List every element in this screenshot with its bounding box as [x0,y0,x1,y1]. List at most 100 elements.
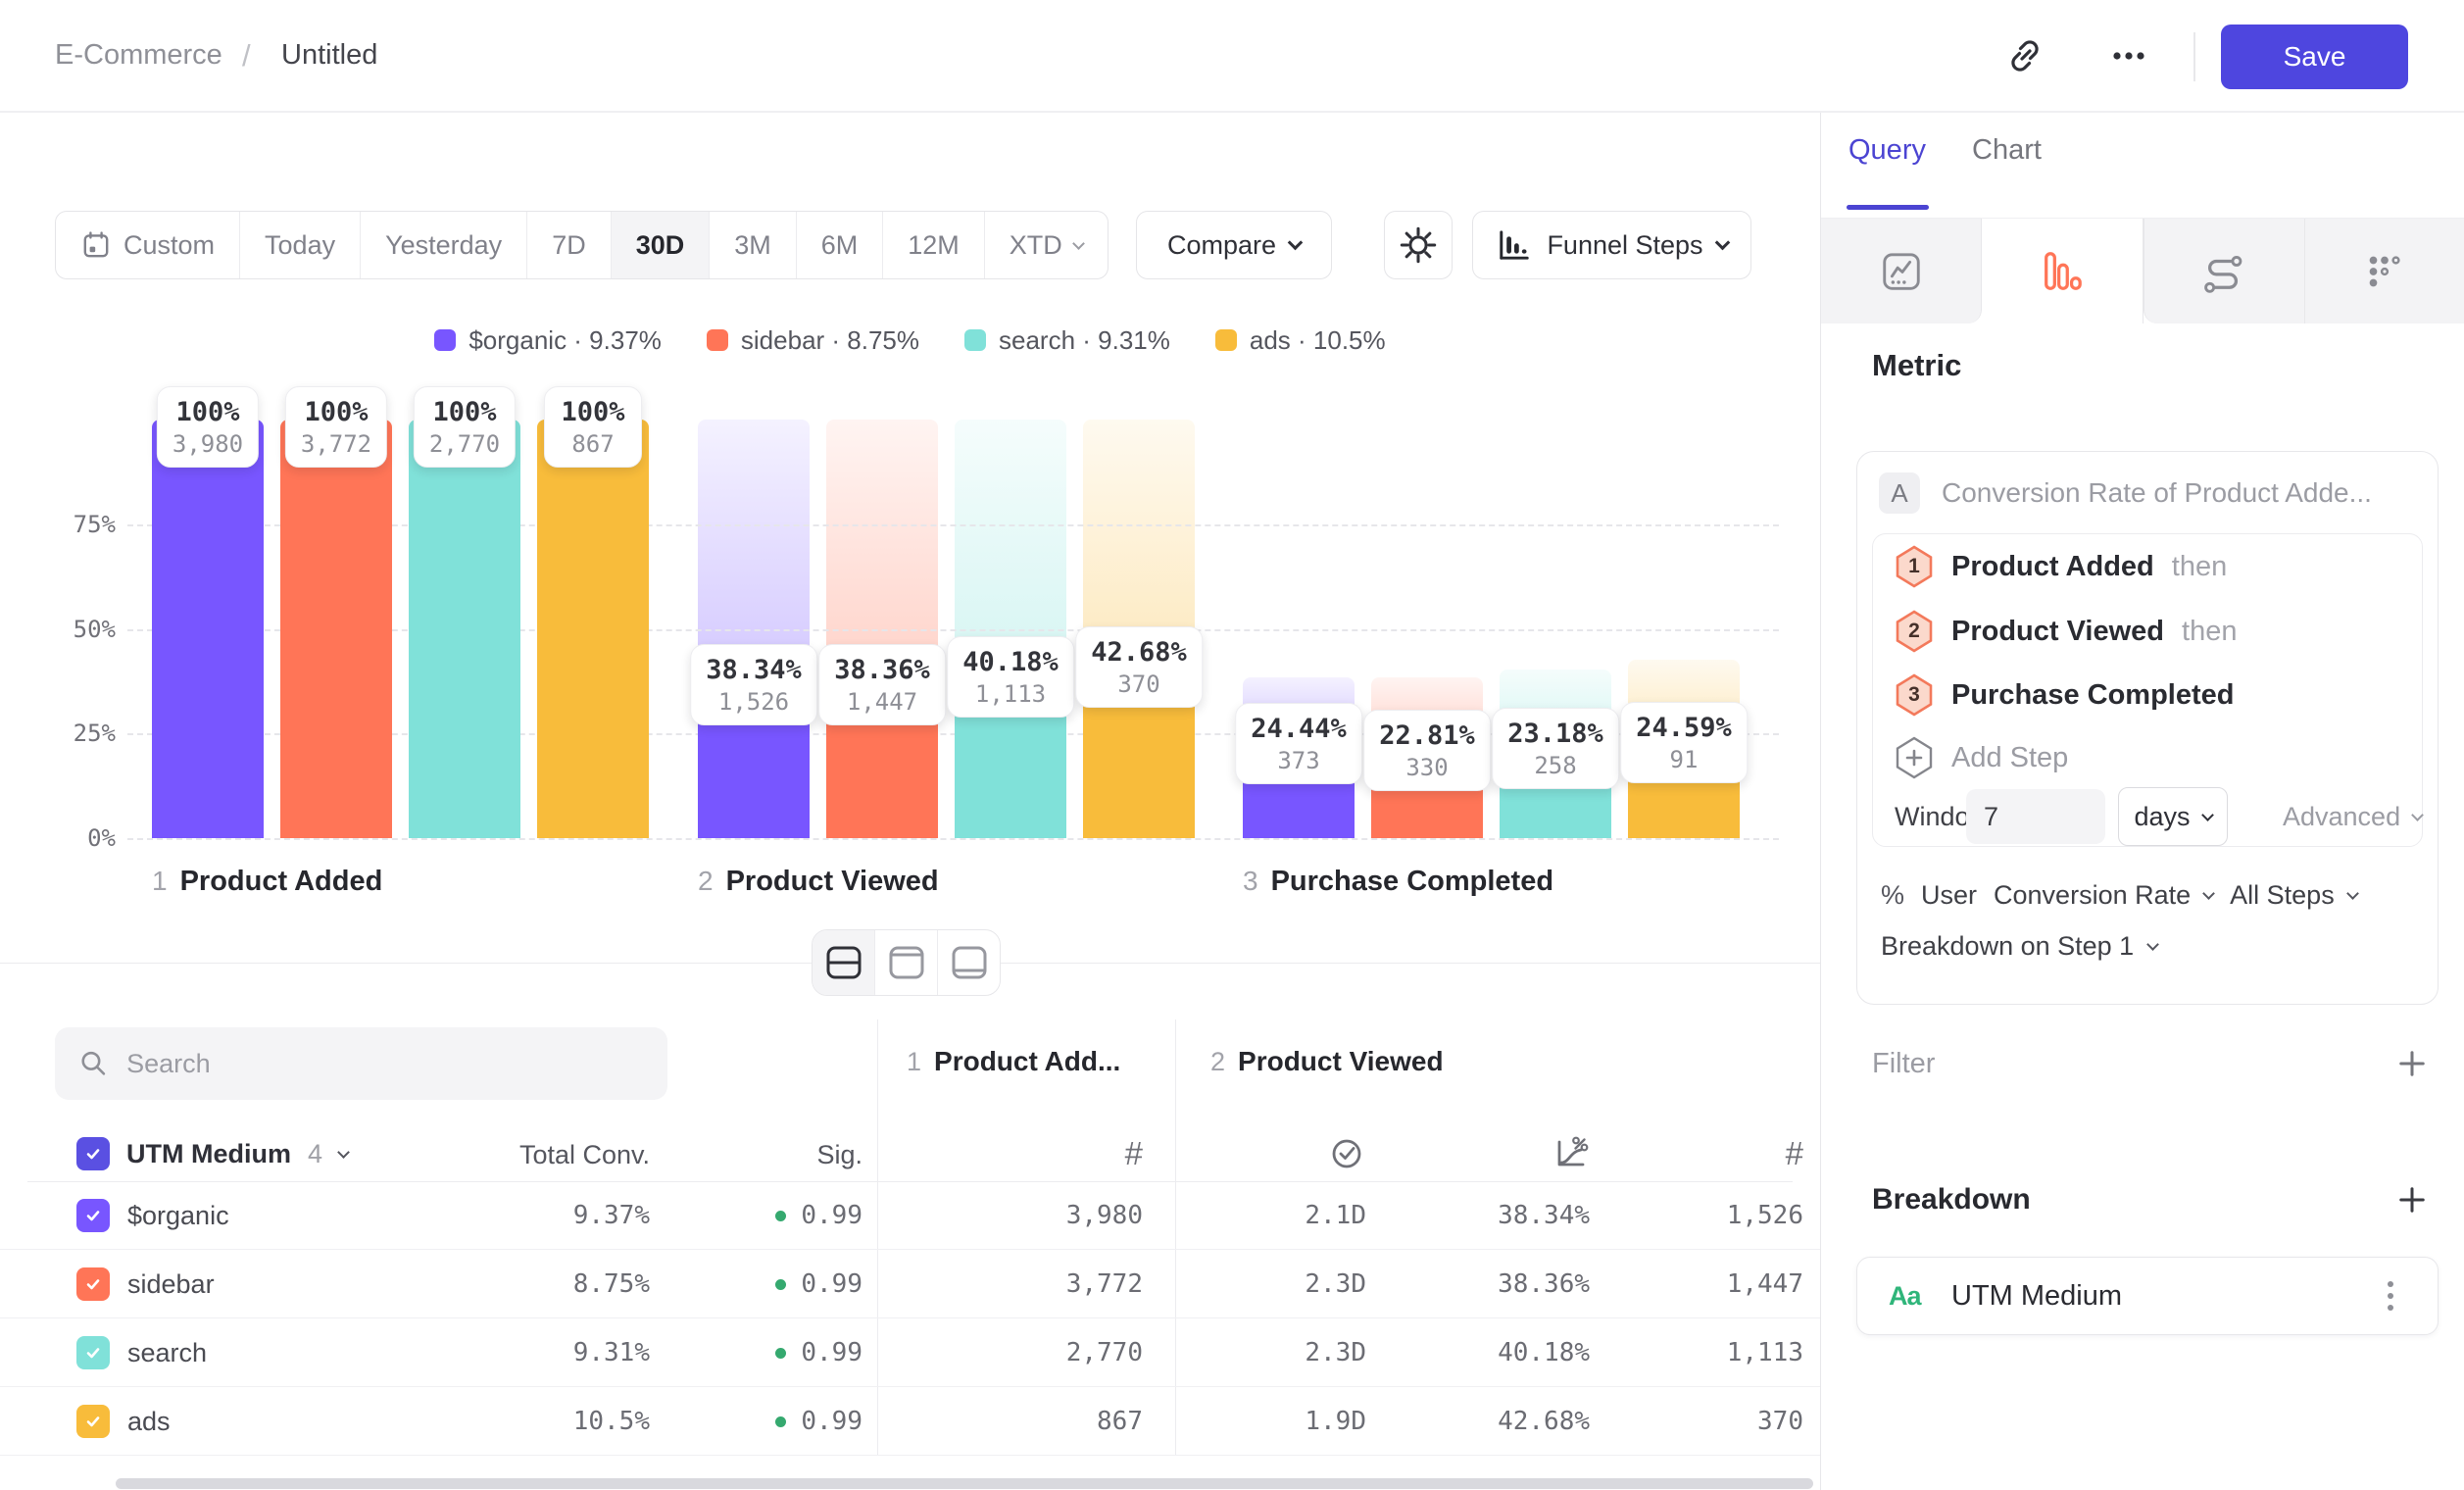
sig-column-header[interactable]: Sig. [816,1140,862,1170]
bar-count-value: 330 [1379,753,1475,782]
measure-entity-dropdown[interactable]: User [1921,880,1977,911]
breakdown-column-label: UTM Medium [126,1139,291,1169]
cell-total-conv: 8.75% [573,1250,650,1318]
table-row[interactable]: ads10.5%0.998671.9D42.68%370 [0,1387,1820,1456]
value: 10.5% [573,1407,650,1436]
funnel-step-label: 3Purchase Completed [1243,866,1553,898]
share-link-button[interactable] [1996,26,2054,85]
bar-pct-value: 22.81% [1379,719,1475,753]
metric-summary-row[interactable]: A Conversion Rate of Product Adde... [1879,472,2372,515]
cell-step2-count: 370 [1757,1387,1803,1456]
funnel-bar[interactable] [152,420,264,838]
funnel-step-item[interactable]: 2Product Viewedthen [1895,610,2237,653]
step-number: 2 [698,866,714,897]
funnel-bar[interactable] [537,420,649,838]
add-filter-button[interactable] [2392,1044,2432,1083]
breakdown-on-step-dropdown[interactable]: Breakdown on Step 1 [1881,924,2157,968]
count-icon[interactable]: # [1786,1128,1803,1179]
funnel-step-label: 1Product Added [152,866,382,898]
flows-icon [2201,249,2246,294]
table-row[interactable]: $organic9.37%0.993,9802.1D38.34%1,526 [0,1181,1820,1250]
value: 9.31% [573,1338,650,1367]
value: 38.36% [1498,1269,1590,1299]
search-input[interactable] [126,1049,644,1079]
row-checkbox[interactable] [76,1267,110,1301]
value: 867 [1097,1407,1143,1436]
cell-avg-time: 2.1D [1305,1181,1366,1250]
header-divider [2193,32,2195,81]
row-checkbox[interactable] [76,1336,110,1369]
conversion-window-row: Window days Advanced [1873,787,2424,846]
metric-badge: A [1879,472,1920,514]
total-conv-column-header[interactable]: Total Conv. [519,1140,650,1170]
cell-total-conv: 9.31% [573,1318,650,1387]
breakdown-column-header[interactable]: UTM Medium 4 [76,1132,348,1175]
step-name: Product Add... [934,1046,1120,1077]
split-view-button[interactable] [813,930,875,995]
value: 2.3D [1305,1269,1366,1299]
bar-count-value: 258 [1507,751,1603,780]
value: 0.99 [801,1201,862,1230]
window-unit-dropdown[interactable]: days [2118,787,2228,846]
table-bottom-view-button[interactable] [938,930,1000,995]
save-button[interactable]: Save [2221,25,2408,89]
kebab-menu-button[interactable] [2371,1276,2410,1316]
funnel-step-item[interactable]: 1Product Addedthen [1895,545,2227,588]
funnel-step-item[interactable]: 3Purchase Completed [1895,673,2234,717]
funnel-bar[interactable] [280,420,392,838]
breadcrumb-page-title[interactable]: Untitled [281,0,377,111]
horizontal-scrollbar[interactable] [116,1478,1813,1489]
breakdown-property-name: UTM Medium [1951,1258,2122,1334]
avg-time-icon[interactable] [1327,1128,1366,1179]
conv-rate-icon[interactable] [1551,1128,1590,1179]
cell-avg-time: 1.9D [1305,1387,1366,1456]
tab-funnels[interactable] [1982,219,2143,323]
chart-top-view-button[interactable] [875,930,938,995]
step-event-name: Product Added [1951,551,2154,583]
add-step-hexagon [1895,736,1934,779]
cell-conv-rate: 40.18% [1498,1318,1590,1387]
breadcrumb-project[interactable]: E-Commerce [55,0,222,111]
report-type-tab-strip [1821,218,2464,323]
breakdown-property-card[interactable]: Aa UTM Medium [1856,1257,2439,1335]
step-then-label: then [2172,551,2227,583]
add-step-button[interactable]: Add Step [1895,736,2068,779]
measure-scope-dropdown[interactable]: All Steps [2230,880,2357,911]
window-value-input[interactable] [1966,789,2105,844]
tab-chart[interactable]: Chart [1972,134,2042,167]
step-number: 2 [1210,1047,1225,1077]
row-name: $organic [127,1181,229,1250]
bar-count-value: 3,980 [172,429,243,459]
row-checkbox[interactable] [76,1405,110,1438]
table-step2-header: 2 Product Viewed [1210,1046,1444,1077]
breakdown-section-header: Breakdown [1872,1177,2432,1222]
tab-insights[interactable] [1821,219,1982,323]
breakdown-table-body: $organic9.37%0.993,9802.1D38.34%1,526sid… [0,1181,1820,1456]
tab-query[interactable]: Query [1848,134,1926,167]
select-all-checkbox[interactable] [76,1137,110,1170]
table-row[interactable]: sidebar8.75%0.993,7722.3D38.36%1,447 [0,1250,1820,1318]
tab-flows[interactable] [2144,219,2305,323]
cell-step2-count: 1,447 [1727,1250,1803,1318]
more-options-button[interactable] [2099,26,2158,85]
advanced-dropdown[interactable]: Advanced [2283,787,2422,846]
gridline [127,838,1779,840]
add-breakdown-button[interactable] [2392,1180,2432,1219]
measure-metric-dropdown[interactable]: Conversion Rate [1994,880,2213,911]
tab-retention[interactable] [2305,219,2464,323]
funnel-step-label: 2Product Viewed [698,866,939,898]
bar-count-value: 1,113 [962,679,1059,709]
bar-pct-value: 23.18% [1507,717,1603,751]
y-axis-tick: 25% [27,720,116,747]
value: 38.34% [1498,1201,1590,1230]
measure-metric-label: Conversion Rate [1994,880,2191,911]
funnel-bar[interactable] [409,420,520,838]
chevron-down-icon [2201,809,2214,821]
table-search-box [55,1027,667,1100]
count-icon[interactable]: # [1125,1128,1143,1179]
chevron-down-icon [337,1146,350,1159]
table-row[interactable]: search9.31%0.992,7702.3D40.18%1,113 [0,1318,1820,1387]
y-axis-tick: 0% [27,824,116,852]
cell-conv-rate: 38.36% [1498,1250,1590,1318]
row-checkbox[interactable] [76,1199,110,1232]
